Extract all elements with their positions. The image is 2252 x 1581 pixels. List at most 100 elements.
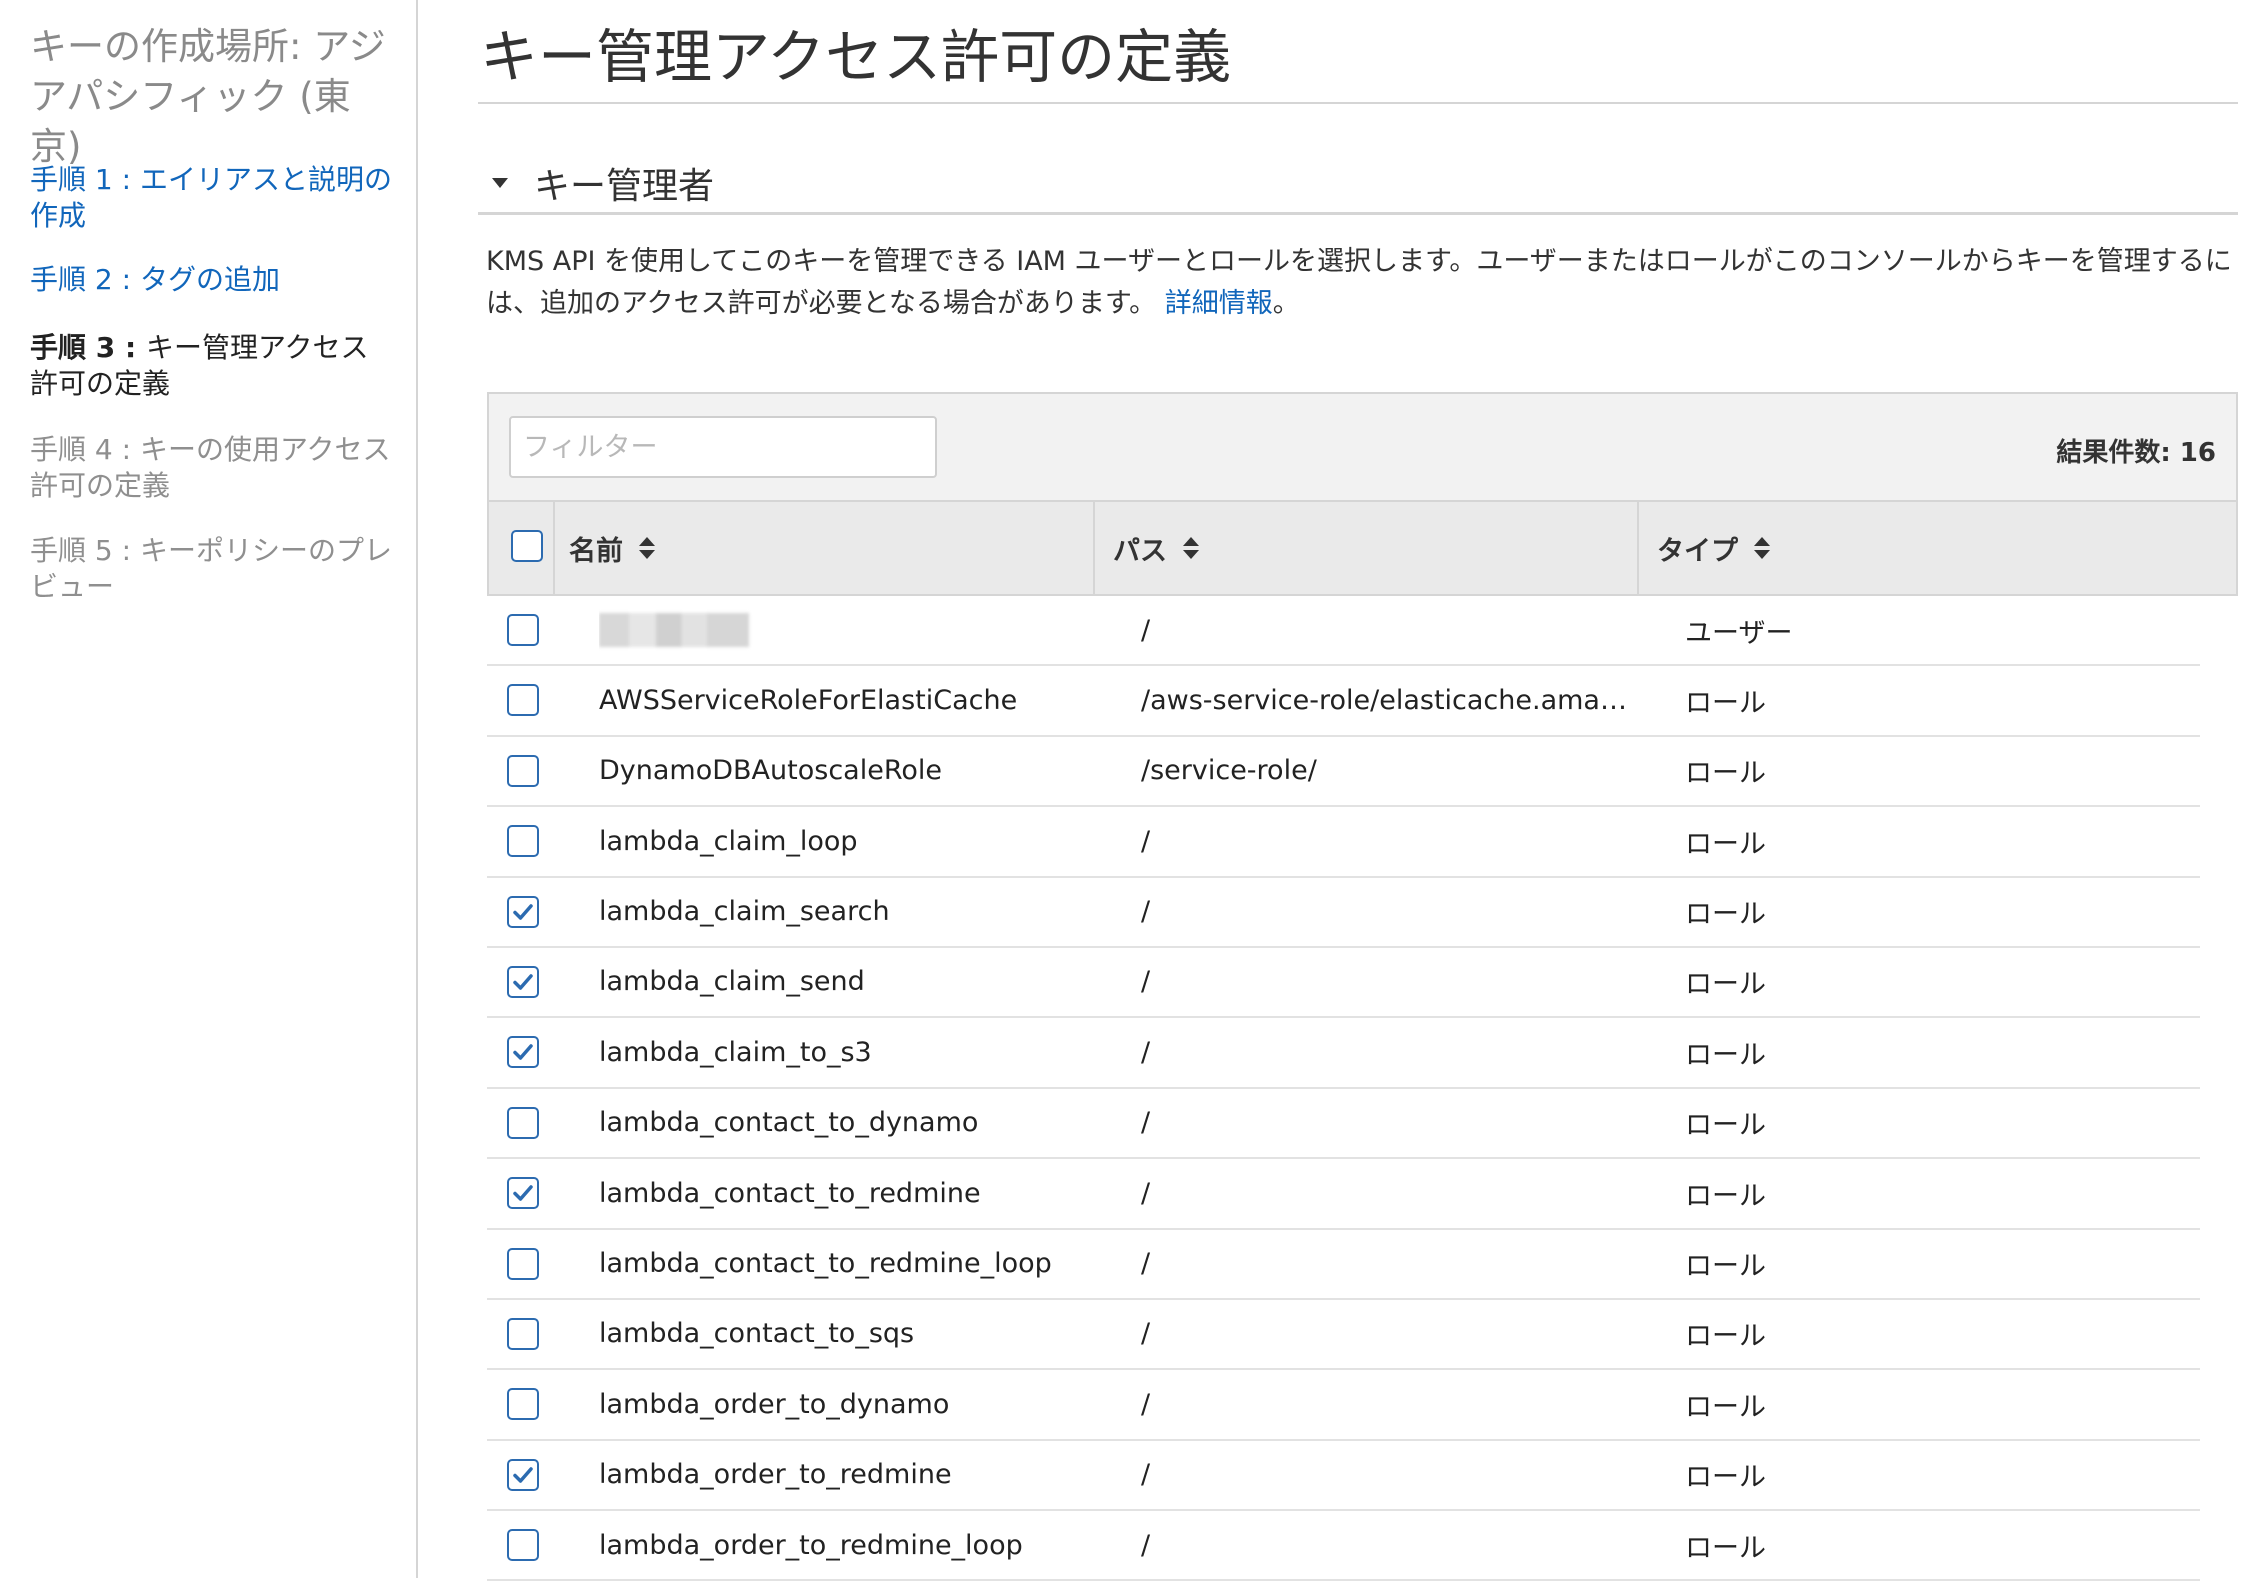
section-toggle-key-admins[interactable]: キー管理者 <box>492 158 714 208</box>
cell-type: ロール <box>1685 1110 1766 1142</box>
row-checkbox[interactable] <box>507 1317 539 1350</box>
sidebar-step-2[interactable]: 手順 2 : タグの追加 <box>30 262 395 298</box>
cell-path-text: / <box>1141 896 1151 928</box>
sidebar-step-1[interactable]: 手順 1 : エイリアスと説明の作成 <box>30 162 395 234</box>
cell-name: lambda_claim_search <box>599 896 890 928</box>
cell-path-text: / <box>1141 1107 1151 1139</box>
section-title: キー管理者 <box>534 166 715 207</box>
table-row: lambda_order_to_dynamo / ロール <box>487 1370 2200 1441</box>
cell-type: ロール <box>1685 969 1766 1001</box>
cell-type: ロール <box>1685 758 1766 790</box>
cell-path-text: / <box>1141 1318 1151 1350</box>
cell-path-text: / <box>1141 1177 1151 1209</box>
row-checkbox[interactable] <box>507 754 539 787</box>
cell-type: ユーザー <box>1685 617 1793 649</box>
cell-path: / <box>1141 1230 1641 1298</box>
check-icon <box>513 974 533 990</box>
step-number: 手順 3 : <box>30 331 146 364</box>
caret-down-icon <box>492 178 508 188</box>
row-checkbox[interactable] <box>507 1458 539 1491</box>
column-separator <box>1637 502 1639 594</box>
row-checkbox[interactable] <box>507 1388 539 1421</box>
cell-path: / <box>1141 948 1641 1016</box>
table-row: lambda_order_to_redmine / ロール <box>487 1441 2200 1512</box>
cell-path-text: /service-role/ <box>1141 755 1317 787</box>
cell-type: ロール <box>1685 1180 1766 1212</box>
column-header-name[interactable]: 名前 <box>569 502 655 594</box>
check-icon <box>513 1044 533 1061</box>
cell-path-text: / <box>1141 1459 1151 1491</box>
cell-path-text: / <box>1141 966 1151 998</box>
redacted-name <box>599 613 749 647</box>
title-divider <box>478 102 2238 104</box>
cell-type: ロール <box>1685 1321 1766 1353</box>
table-row: / ユーザー <box>487 596 2200 667</box>
cell-name: AWSServiceRoleForElastiCache <box>599 684 1018 716</box>
column-separator <box>553 502 555 594</box>
cell-path: /service-role/ <box>1141 737 1641 805</box>
step-number: 手順 1 : <box>30 163 140 196</box>
section-divider <box>478 212 2238 215</box>
cell-name: lambda_contact_to_redmine <box>599 1177 981 1209</box>
row-checkbox[interactable] <box>507 684 539 717</box>
cell-path: / <box>1141 1300 1641 1368</box>
cell-path: / <box>1141 1159 1641 1227</box>
row-checkbox[interactable] <box>507 1106 539 1139</box>
cell-type: ロール <box>1685 687 1766 719</box>
row-checkbox[interactable] <box>507 1247 539 1280</box>
sort-icon <box>1183 537 1199 559</box>
column-header-label: 名前 <box>569 535 623 567</box>
row-checkbox[interactable] <box>507 1529 539 1562</box>
row-checkbox[interactable] <box>507 1036 539 1069</box>
step-number: 手順 4 : <box>30 433 140 466</box>
cell-path: / <box>1141 1018 1641 1086</box>
column-header-type[interactable]: タイプ <box>1657 502 1770 594</box>
check-icon <box>513 1466 533 1483</box>
step-label: タグの追加 <box>139 263 280 296</box>
cell-path: / <box>1141 1370 1641 1438</box>
row-checkbox[interactable] <box>507 895 539 928</box>
table-row: lambda_contact_to_redmine / ロール <box>487 1159 2200 1230</box>
cell-name: lambda_contact_to_redmine_loop <box>599 1248 1052 1280</box>
row-checkbox[interactable] <box>507 965 539 998</box>
table-row: AWSServiceRoleForElastiCache /aws-servic… <box>487 666 2200 737</box>
select-all-checkbox[interactable] <box>511 530 543 562</box>
cell-path: /aws-service-role/elasticache.amazonaws.… <box>1141 666 1641 734</box>
row-checkbox[interactable] <box>507 1177 539 1210</box>
column-separator <box>1093 502 1095 594</box>
row-checkbox[interactable] <box>507 825 539 858</box>
wizard-sidebar: キーの作成場所: アジアパシフィック (東京) 手順 1 : エイリアスと説明の… <box>0 0 418 1578</box>
table-row: lambda_claim_send / ロール <box>487 948 2200 1019</box>
cell-path: / <box>1141 807 1641 875</box>
sidebar-step-3: 手順 3 : キー管理アクセス許可の定義 <box>30 330 395 402</box>
cell-name: lambda_claim_loop <box>599 825 858 857</box>
cell-path-text: / <box>1141 1036 1151 1068</box>
cell-path-text: / <box>1141 1248 1151 1280</box>
cell-name: lambda_contact_to_sqs <box>599 1318 915 1350</box>
column-header-label: タイプ <box>1657 535 1738 567</box>
row-checkbox[interactable] <box>507 614 539 646</box>
cell-path: / <box>1141 878 1641 946</box>
cell-path-text: / <box>1141 1529 1151 1561</box>
filter-input[interactable] <box>509 416 937 478</box>
cell-type: ロール <box>1685 828 1766 860</box>
cell-path: / <box>1141 1089 1641 1157</box>
cell-type: ロール <box>1685 1462 1766 1494</box>
column-header-path[interactable]: パス <box>1113 502 1199 594</box>
learn-more-link[interactable]: 詳細情報 <box>1165 288 1273 319</box>
sidebar-step-5: 手順 5 : キーポリシーのプレビュー <box>30 533 395 605</box>
description-text: KMS API を使用してこのキーを管理できる IAM ユーザーとロールを選択し… <box>486 246 2232 319</box>
result-count: 結果件数: 16 <box>2056 438 2216 468</box>
table-row: lambda_contact_to_redmine_loop / ロール <box>487 1230 2200 1300</box>
check-icon <box>513 1185 533 1201</box>
cell-path: / <box>1141 596 1641 664</box>
table-header: 名前 パス タイプ <box>487 500 2238 596</box>
cell-path-text: / <box>1141 1388 1151 1420</box>
admins-table-panel: 結果件数: 16 名前 パス タイプ <box>487 392 2238 1581</box>
table-row: lambda_claim_to_s3 / ロール <box>487 1018 2200 1089</box>
cell-path-text: /aws-service-role/elasticache.amazonaws.… <box>1141 684 1641 716</box>
cell-name: lambda_claim_to_s3 <box>599 1036 872 1068</box>
table-row: lambda_claim_loop / ロール <box>487 807 2200 878</box>
table-body: / ユーザー AWSServiceRoleForElastiCache /aws… <box>487 596 2238 1581</box>
step-number: 手順 5 : <box>30 534 140 567</box>
